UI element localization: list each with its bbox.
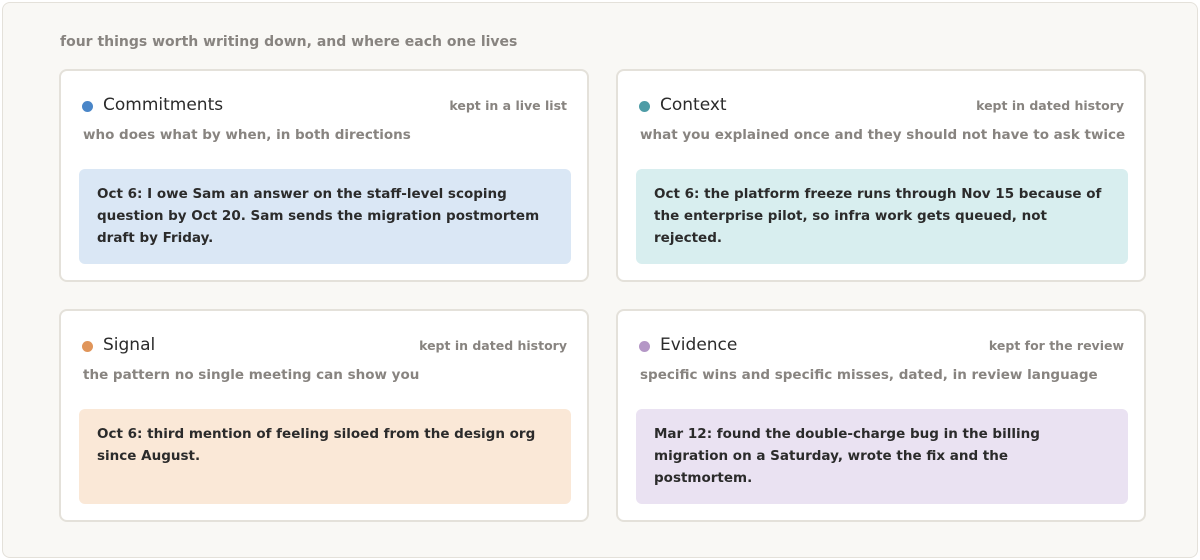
card-location-label: kept for the review	[988, 338, 1124, 353]
card-description: specific wins and specific misses, dated…	[640, 367, 1098, 383]
diagram-heading: four things worth writing down, and wher…	[60, 34, 518, 50]
context-dot-icon	[639, 101, 650, 112]
signal-dot-icon	[82, 341, 93, 352]
card-description: the pattern no single meeting can show y…	[83, 367, 420, 383]
card-title: Commitments	[103, 95, 224, 115]
card-description: who does what by when, in both direction…	[83, 127, 411, 143]
evidence-dot-icon	[639, 341, 650, 352]
card-title: Signal	[103, 335, 156, 355]
card-title: Evidence	[660, 335, 738, 355]
diagram-frame: four things worth writing down, and wher…	[2, 2, 1198, 558]
card-location-label: kept in dated history	[419, 338, 567, 353]
card-commitments: Commitments kept in a live list who does…	[59, 69, 589, 282]
card-description: what you explained once and they should …	[640, 127, 1126, 143]
card-location-label: kept in dated history	[976, 98, 1124, 113]
card-example: Oct 6: the platform freeze runs through …	[636, 169, 1128, 264]
card-title: Context	[660, 95, 727, 115]
commitments-dot-icon	[82, 101, 93, 112]
card-signal: Signal kept in dated history the pattern…	[59, 309, 589, 522]
card-example: Mar 12: found the double-charge bug in t…	[636, 409, 1128, 504]
card-evidence: Evidence kept for the review specific wi…	[616, 309, 1146, 522]
card-example: Oct 6: I owe Sam an answer on the staff-…	[79, 169, 571, 264]
card-context: Context kept in dated history what you e…	[616, 69, 1146, 282]
card-location-label: kept in a live list	[449, 98, 567, 113]
card-example: Oct 6: third mention of feeling siloed f…	[79, 409, 571, 504]
